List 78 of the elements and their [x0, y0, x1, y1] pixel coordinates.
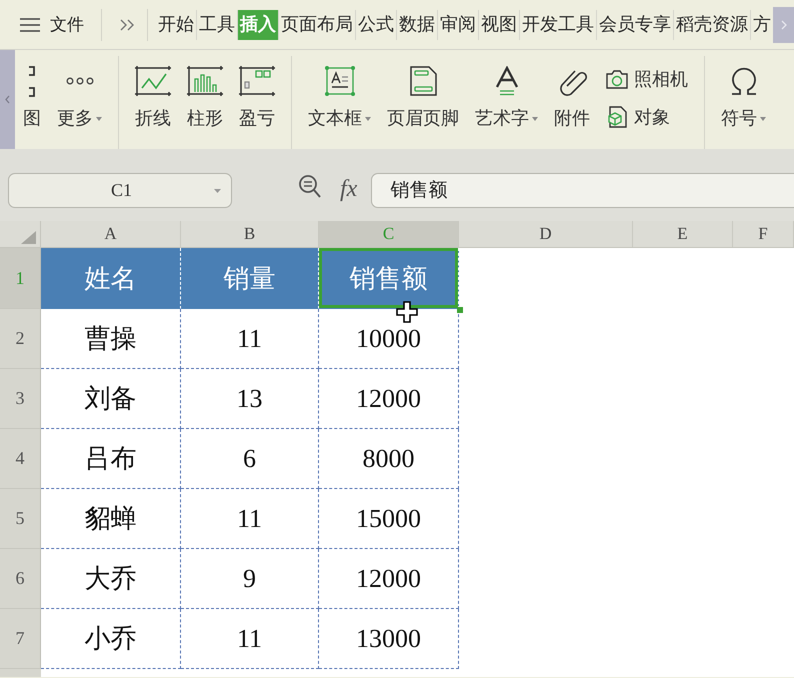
- chevron-left-icon: [5, 95, 10, 104]
- chevron-right-icon: [780, 20, 786, 30]
- formula-field[interactable]: 销售额: [371, 173, 794, 208]
- toolbar-button[interactable]: 附件: [554, 56, 590, 130]
- table-cell[interactable]: 11: [181, 309, 319, 369]
- text-box-icon: [324, 66, 356, 96]
- column-header[interactable]: A: [41, 221, 181, 247]
- tab[interactable]: 数据: [397, 10, 438, 40]
- table-cell[interactable]: 9: [181, 549, 319, 609]
- table-cell[interactable]: 12000: [319, 549, 459, 609]
- toolbar-button[interactable]: 符号: [721, 56, 766, 130]
- page-icon: [409, 66, 437, 96]
- fill-handle-icon[interactable]: [457, 307, 463, 313]
- menu-icon[interactable]: [20, 18, 40, 32]
- caret-icon[interactable]: [214, 188, 221, 192]
- caret-icon: [760, 117, 766, 121]
- more-icon: [66, 77, 94, 85]
- win-loss-chart-icon: [239, 66, 275, 96]
- table-cell[interactable]: 曹操: [41, 309, 181, 369]
- table-cell[interactable]: 13000: [319, 609, 459, 669]
- function-button[interactable]: fx: [340, 173, 358, 205]
- tab[interactable]: 页面布局: [279, 10, 356, 40]
- toolbar-button[interactable]: 文本框: [308, 56, 371, 130]
- tab[interactable]: 稻壳资源: [674, 10, 751, 40]
- header-cell[interactable]: 姓名: [41, 248, 181, 309]
- magnifier-icon[interactable]: [298, 174, 322, 200]
- scroll-right-button[interactable]: [773, 6, 794, 42]
- toolbar-button[interactable]: 照相机: [606, 68, 688, 90]
- toolbar-button[interactable]: 页眉页脚: [387, 56, 459, 130]
- corner-triangle-icon[interactable]: [21, 231, 36, 244]
- column-header[interactable]: D: [459, 221, 633, 247]
- row-header[interactable]: 6: [0, 549, 41, 609]
- table-cell[interactable]: 6: [181, 429, 319, 489]
- toolbar-button[interactable]: 柱形: [187, 56, 223, 130]
- caret-icon: [532, 117, 538, 121]
- line-chart-icon: [135, 66, 171, 96]
- table-cell[interactable]: 貂蝉: [41, 489, 181, 549]
- cube-document-icon: [606, 106, 628, 128]
- toolbar-button[interactable]: 盈亏: [239, 56, 275, 130]
- table-cell[interactable]: 小乔: [41, 609, 181, 669]
- camera-icon: [606, 69, 628, 89]
- tab[interactable]: 视图: [479, 10, 520, 40]
- caret-icon: [96, 117, 102, 121]
- tab[interactable]: 会员专享: [597, 10, 674, 40]
- column-header[interactable]: F: [733, 221, 794, 247]
- table-cell[interactable]: 8000: [319, 429, 459, 489]
- file-menu-button[interactable]: 文件: [18, 8, 86, 40]
- toolbar-button[interactable]: 图: [23, 56, 41, 130]
- table-cell[interactable]: 13: [181, 369, 319, 429]
- row-header[interactable]: 5: [0, 489, 41, 549]
- caret-icon: [365, 117, 371, 121]
- double-chevron-icon[interactable]: [120, 18, 134, 30]
- table-cell[interactable]: 大乔: [41, 549, 181, 609]
- toolbar-button[interactable]: 折线: [135, 56, 171, 130]
- tab[interactable]: 公式: [356, 10, 397, 40]
- table-cell[interactable]: 15000: [319, 489, 459, 549]
- bracket-icon: [28, 66, 36, 96]
- row-header[interactable]: 2: [0, 309, 41, 369]
- row-header[interactable]: 4: [0, 429, 41, 489]
- header-cell[interactable]: 销量: [181, 248, 319, 309]
- tab[interactable]: 审阅: [438, 10, 479, 40]
- cross-cursor-icon: [396, 301, 418, 323]
- row-header[interactable]: 3: [0, 369, 41, 429]
- table-cell[interactable]: 吕布: [41, 429, 181, 489]
- table-cell[interactable]: 12000: [319, 369, 459, 429]
- row-header[interactable]: 7: [0, 609, 41, 669]
- toolbar-button[interactable]: 更多: [57, 56, 102, 130]
- toolbar-button[interactable]: 对象: [606, 106, 688, 128]
- bar-chart-icon: [187, 66, 223, 96]
- header-cell[interactable]: 销售额: [319, 248, 459, 309]
- table-cell[interactable]: 11: [181, 609, 319, 669]
- tab[interactable]: 开始: [156, 10, 197, 40]
- name-box[interactable]: C1: [8, 173, 232, 208]
- table-cell[interactable]: 11: [181, 489, 319, 549]
- column-header[interactable]: E: [633, 221, 733, 247]
- tab[interactable]: 开发工具: [520, 10, 597, 40]
- toolbar-button[interactable]: 艺术字: [475, 56, 538, 130]
- table-cell[interactable]: 刘备: [41, 369, 181, 429]
